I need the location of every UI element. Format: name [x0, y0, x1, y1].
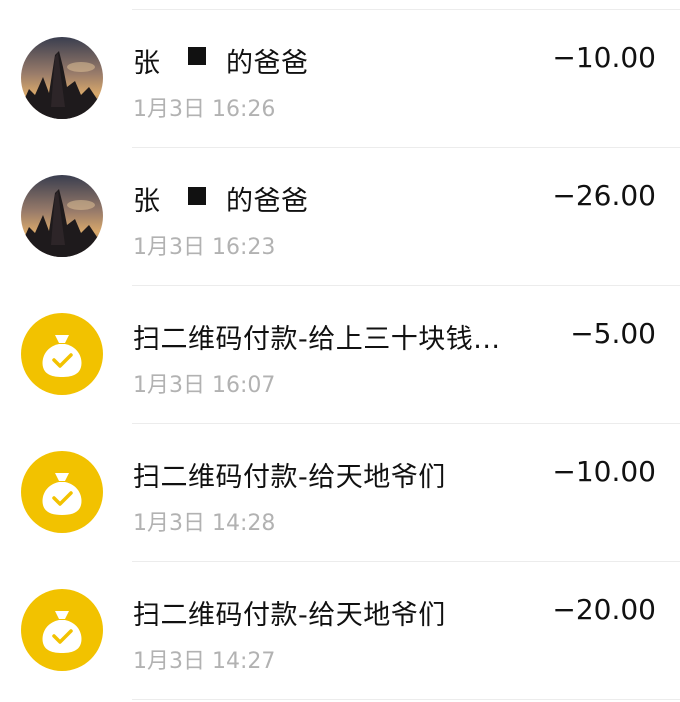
- redaction-mark: [188, 47, 206, 65]
- transaction-list: 张 的爸爸 1月3日 16:26 −10.00 张 的爸爸 1月3日 16:23…: [0, 0, 680, 702]
- transaction-time: 1月3日 16:23: [133, 235, 276, 260]
- transaction-title: 扫二维码付款-给天地爷们: [133, 462, 446, 493]
- transaction-time: 1月3日 14:27: [133, 649, 276, 674]
- transaction-title: 张: [133, 48, 161, 79]
- divider: [132, 699, 680, 700]
- transaction-title: 张: [133, 186, 161, 217]
- landscape-avatar: [21, 37, 103, 119]
- transaction-time: 1月3日 16:26: [133, 97, 276, 122]
- transaction-amount: −20.00: [552, 593, 656, 626]
- money-bag-icon: [21, 313, 103, 395]
- transaction-time: 1月3日 16:07: [133, 373, 276, 398]
- transaction-amount: −5.00: [570, 317, 656, 350]
- redaction-mark: [188, 187, 206, 205]
- transaction-row[interactable]: 张 的爸爸 1月3日 16:26 −10.00: [0, 9, 680, 147]
- transaction-row[interactable]: 扫二维码付款-给上三十块钱... 1月3日 16:07 −5.00: [0, 285, 680, 423]
- transaction-row[interactable]: 张 的爸爸 1月3日 16:23 −26.00: [0, 147, 680, 285]
- transaction-title: 扫二维码付款-给天地爷们: [133, 600, 446, 631]
- transaction-time: 1月3日 14:28: [133, 511, 276, 536]
- landscape-avatar: [21, 175, 103, 257]
- transaction-title-suffix: 的爸爸: [226, 48, 309, 79]
- transaction-amount: −26.00: [552, 179, 656, 212]
- transaction-row[interactable]: 扫二维码付款-给天地爷们 1月3日 14:27 −20.00: [0, 561, 680, 699]
- transaction-row[interactable]: 扫二维码付款-给天地爷们 1月3日 14:28 −10.00: [0, 423, 680, 561]
- money-bag-icon: [21, 451, 103, 533]
- transaction-amount: −10.00: [552, 455, 656, 488]
- transaction-title: 扫二维码付款-给上三十块钱...: [133, 324, 501, 355]
- transaction-title-suffix: 的爸爸: [226, 186, 309, 217]
- money-bag-icon: [21, 589, 103, 671]
- transaction-amount: −10.00: [552, 41, 656, 74]
